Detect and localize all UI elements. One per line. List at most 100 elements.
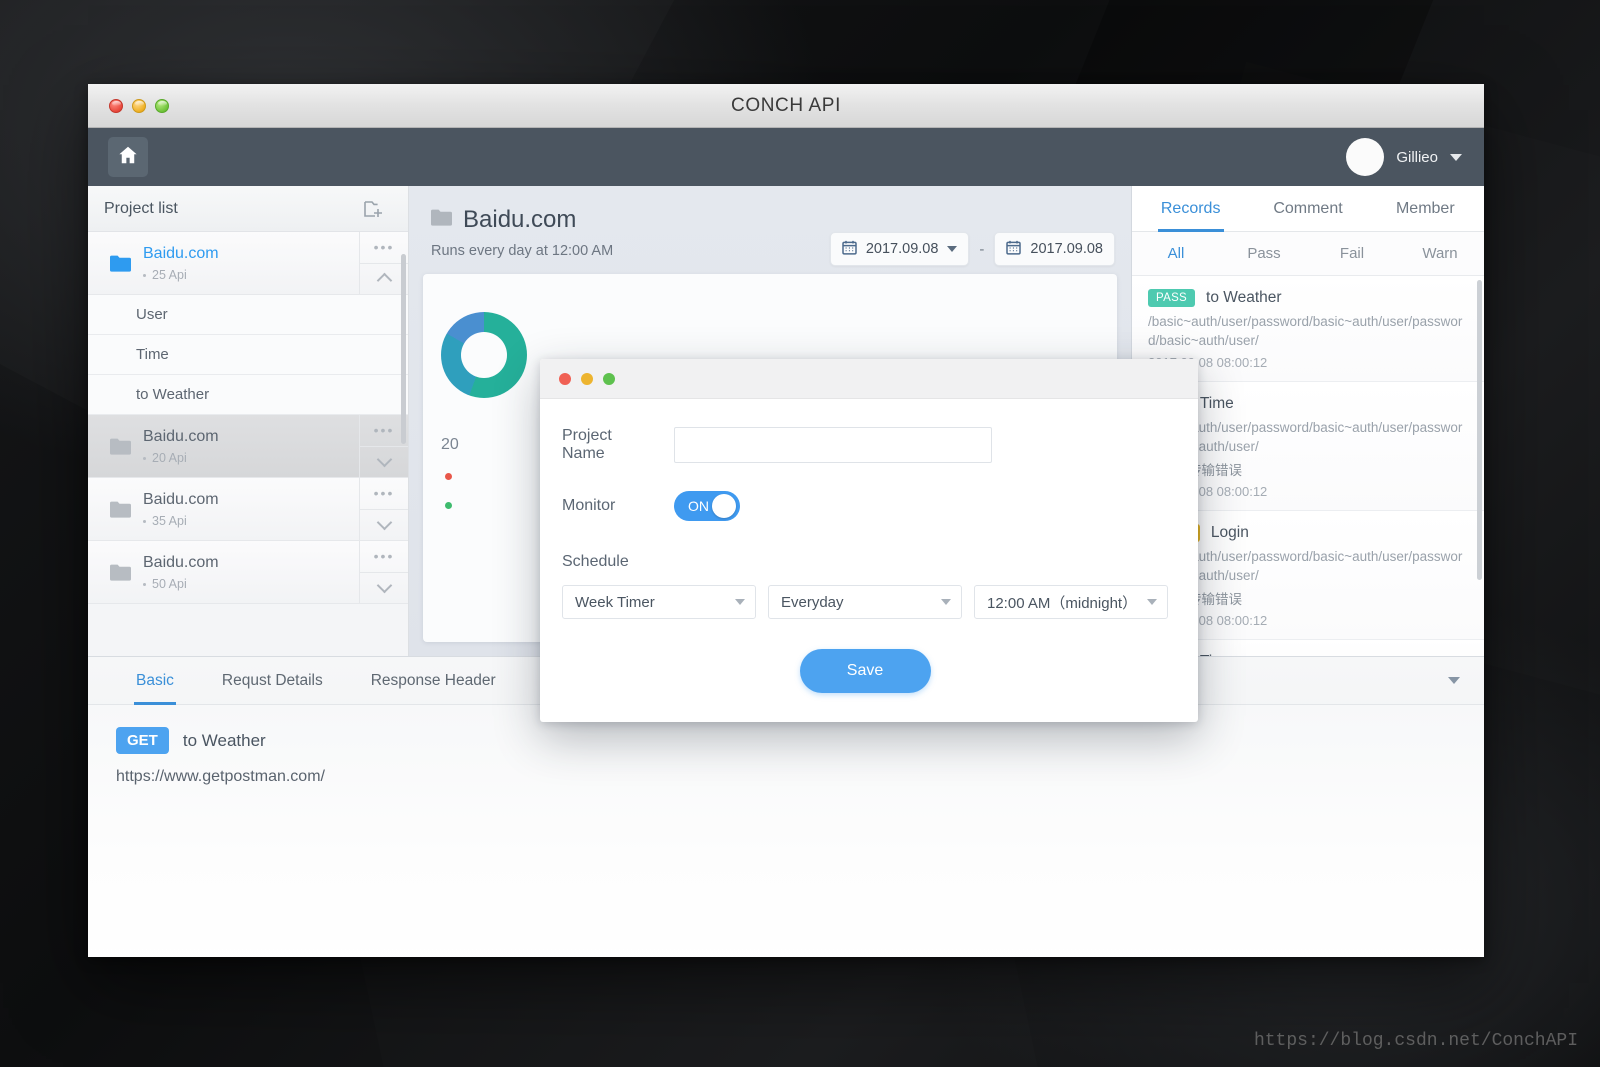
- project-name-input[interactable]: [674, 427, 992, 463]
- sidebar-header: Project list: [88, 186, 408, 232]
- tab-requst-details[interactable]: Requst Details: [198, 657, 347, 705]
- bottom-content: GET to Weather https://www.getpostman.co…: [88, 705, 1484, 957]
- sidebar: Project list Baidu.com 25 Api ••• User T…: [88, 186, 409, 656]
- api-item[interactable]: User: [88, 295, 408, 335]
- project-name: Baidu.com: [143, 428, 219, 445]
- date-range-picker: 2017.09.08 - 2017.09.08: [829, 232, 1115, 266]
- window-title: CONCH API: [731, 94, 841, 116]
- tab-member[interactable]: Member: [1367, 186, 1484, 231]
- monitor-label: Monitor: [562, 497, 616, 514]
- record-name: Login: [1210, 524, 1249, 541]
- legend-dot-pass: [445, 502, 452, 509]
- record-path: /basic~auth/user/password/basic~auth/use…: [1148, 314, 1463, 348]
- status-badge: PASS: [1148, 289, 1196, 307]
- project-item[interactable]: Baidu.com 25 Api •••: [88, 232, 408, 295]
- date-from-picker[interactable]: 2017.09.08: [829, 232, 970, 266]
- app-window: CONCH API Gillieo Project list Baidu.com…: [88, 84, 1484, 957]
- ellipsis-icon[interactable]: •••: [360, 541, 408, 573]
- chevron-down-icon[interactable]: [1448, 677, 1460, 684]
- folder-icon: [110, 438, 131, 455]
- modal-body: Project Name Monitor ON Schedule Week Ti…: [540, 399, 1198, 693]
- top-navbar: Gillieo: [88, 128, 1484, 186]
- monitor-toggle[interactable]: ON: [674, 491, 740, 521]
- date-from-value: 2017.09.08: [865, 241, 939, 257]
- home-button[interactable]: [108, 137, 148, 177]
- date-range-separator: -: [979, 240, 985, 258]
- project-name-field: Project Name: [562, 427, 1168, 463]
- status-donut-chart: [441, 312, 527, 398]
- project-item[interactable]: Baidu.com 50 Api •••: [88, 541, 408, 604]
- sidebar-scrollbar[interactable]: [401, 254, 406, 444]
- schedule-day-value: Everyday: [781, 593, 844, 611]
- toggle-knob: [712, 494, 736, 518]
- tab-basic[interactable]: Basic: [112, 657, 198, 705]
- window-titlebar: CONCH API: [88, 84, 1484, 128]
- folder-icon: [110, 564, 131, 581]
- schedule-day-select[interactable]: Everyday: [768, 585, 962, 619]
- record-filters: All Pass Fail Warn: [1132, 232, 1484, 276]
- project-item[interactable]: Baidu.com 35 Api •••: [88, 478, 408, 541]
- record-name: to Weather: [1206, 289, 1282, 306]
- folder-icon: [110, 501, 131, 518]
- folder-add-icon[interactable]: [364, 200, 384, 218]
- date-to-value: 2017.09.08: [1030, 241, 1103, 257]
- project-list: Baidu.com 25 Api ••• User Time to Weathe…: [88, 232, 408, 656]
- modal-titlebar: [540, 359, 1198, 399]
- date-to-picker[interactable]: 2017.09.08: [994, 232, 1115, 266]
- project-api-count: 35 Api: [143, 514, 219, 528]
- folder-icon: [110, 255, 131, 272]
- project-name: Baidu.com: [143, 245, 219, 262]
- home-icon: [117, 144, 139, 171]
- project-name: Baidu.com: [143, 554, 219, 571]
- chevron-down-icon[interactable]: [1450, 153, 1462, 161]
- api-item[interactable]: to Weather: [88, 375, 408, 415]
- record-name: Time: [1200, 653, 1234, 656]
- project-name: Baidu.com: [143, 491, 219, 508]
- tab-comment[interactable]: Comment: [1249, 186, 1366, 231]
- api-item[interactable]: Time: [88, 335, 408, 375]
- schedule-type-select[interactable]: Week Timer: [562, 585, 756, 619]
- filter-pass[interactable]: Pass: [1220, 232, 1308, 275]
- folder-icon: [431, 209, 452, 231]
- chevron-down-icon: [941, 599, 951, 605]
- ellipsis-icon[interactable]: •••: [360, 478, 408, 510]
- watermark: https://blog.csdn.net/ConchAPI: [1253, 1031, 1578, 1051]
- chevron-down-icon[interactable]: [360, 510, 408, 541]
- schedule-type-value: Week Timer: [575, 593, 655, 611]
- project-api-count: 25 Api: [143, 268, 219, 282]
- modal-maximize-button[interactable]: [603, 372, 615, 385]
- schedule-label: Schedule: [562, 553, 629, 570]
- schedule-time-value: 12:00 AM（midnight）: [987, 594, 1138, 612]
- modal-close-button[interactable]: [559, 372, 571, 385]
- filter-fail[interactable]: Fail: [1308, 232, 1396, 275]
- tab-records[interactable]: Records: [1132, 186, 1249, 232]
- monitor-field: Monitor ON: [562, 491, 1168, 521]
- sidebar-title: Project list: [104, 199, 178, 217]
- user-name: Gillieo: [1396, 148, 1438, 166]
- filter-warn[interactable]: Warn: [1396, 232, 1484, 275]
- request-name: to Weather: [182, 730, 266, 750]
- record-name: Time: [1199, 395, 1234, 412]
- calendar-icon: [1006, 240, 1022, 259]
- schedule-selects: Week Timer Everyday 12:00 AM（midnight）: [562, 585, 1168, 619]
- schedule-time-select[interactable]: 12:00 AM（midnight）: [974, 585, 1168, 619]
- user-menu[interactable]: Gillieo: [1346, 138, 1462, 176]
- modal-minimize-button[interactable]: [581, 372, 593, 385]
- chevron-down-icon[interactable]: [360, 573, 408, 604]
- project-item[interactable]: Baidu.com 20 Api •••: [88, 415, 408, 478]
- filter-all[interactable]: All: [1132, 232, 1220, 275]
- project-api-count: 20 Api: [143, 451, 219, 465]
- project-settings-modal: Project Name Monitor ON Schedule Week Ti…: [540, 359, 1198, 722]
- chevron-down-icon[interactable]: [360, 447, 408, 478]
- chevron-down-icon[interactable]: [947, 246, 958, 252]
- chevron-down-icon: [1147, 599, 1157, 605]
- records-scrollbar[interactable]: [1477, 280, 1482, 580]
- http-method-badge: GET: [116, 727, 169, 754]
- calendar-icon: [842, 240, 857, 259]
- legend-dot-fail: [445, 473, 452, 480]
- tab-response-header[interactable]: Response Header: [347, 657, 520, 705]
- chart-year-label: 20: [441, 436, 459, 453]
- save-button[interactable]: Save: [799, 649, 931, 693]
- page-title: Baidu.com: [463, 206, 577, 233]
- project-name-label: Project Name: [562, 427, 612, 462]
